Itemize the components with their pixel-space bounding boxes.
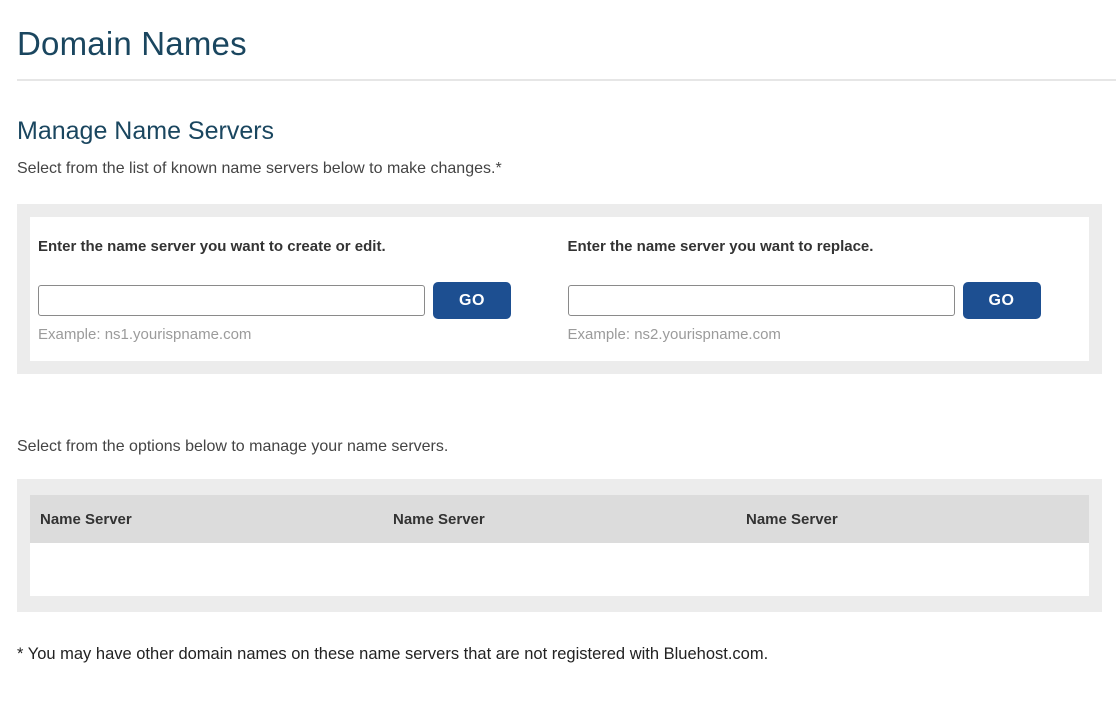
- create-edit-example-text: Example: ns1.yourispname.com: [38, 326, 542, 343]
- table-header-row: Name Server Name Server Name Server: [30, 495, 1089, 543]
- page-title: Domain Names: [17, 25, 1102, 63]
- table-header-name-server-3: Name Server: [736, 495, 1089, 543]
- table-row: [30, 543, 1089, 596]
- domain-names-page: Domain Names: [0, 25, 1116, 63]
- replace-column: Enter the name server you want to replac…: [560, 231, 1090, 343]
- table-header-name-server-1: Name Server: [30, 495, 383, 543]
- name-server-table-panel: Name Server Name Server Name Server: [17, 479, 1102, 612]
- options-intro-text: Select from the options below to manage …: [17, 438, 1102, 456]
- create-edit-label: Enter the name server you want to create…: [38, 238, 542, 255]
- name-server-form-card: Enter the name server you want to create…: [30, 217, 1089, 361]
- create-edit-go-button[interactable]: GO: [433, 282, 511, 319]
- title-divider: [17, 79, 1116, 81]
- table-header-name-server-2: Name Server: [383, 495, 736, 543]
- table-cell-2: [383, 543, 736, 596]
- name-server-form-panel: Enter the name server you want to create…: [17, 204, 1102, 374]
- replace-label: Enter the name server you want to replac…: [568, 238, 1072, 255]
- name-server-table: Name Server Name Server Name Server: [30, 495, 1089, 596]
- table-cell-3: [736, 543, 1089, 596]
- create-edit-nameserver-input[interactable]: [38, 285, 425, 316]
- table-cell-1: [30, 543, 383, 596]
- manage-name-servers-heading: Manage Name Servers: [17, 117, 1102, 146]
- manage-intro-text: Select from the list of known name serve…: [17, 160, 1102, 178]
- footnote-text: * You may have other domain names on the…: [17, 645, 1102, 664]
- replace-input-row: GO: [568, 282, 1072, 319]
- create-edit-input-row: GO: [38, 282, 542, 319]
- replace-example-text: Example: ns2.yourispname.com: [568, 326, 1072, 343]
- replace-go-button[interactable]: GO: [963, 282, 1041, 319]
- replace-nameserver-input[interactable]: [568, 285, 955, 316]
- create-edit-column: Enter the name server you want to create…: [30, 231, 560, 343]
